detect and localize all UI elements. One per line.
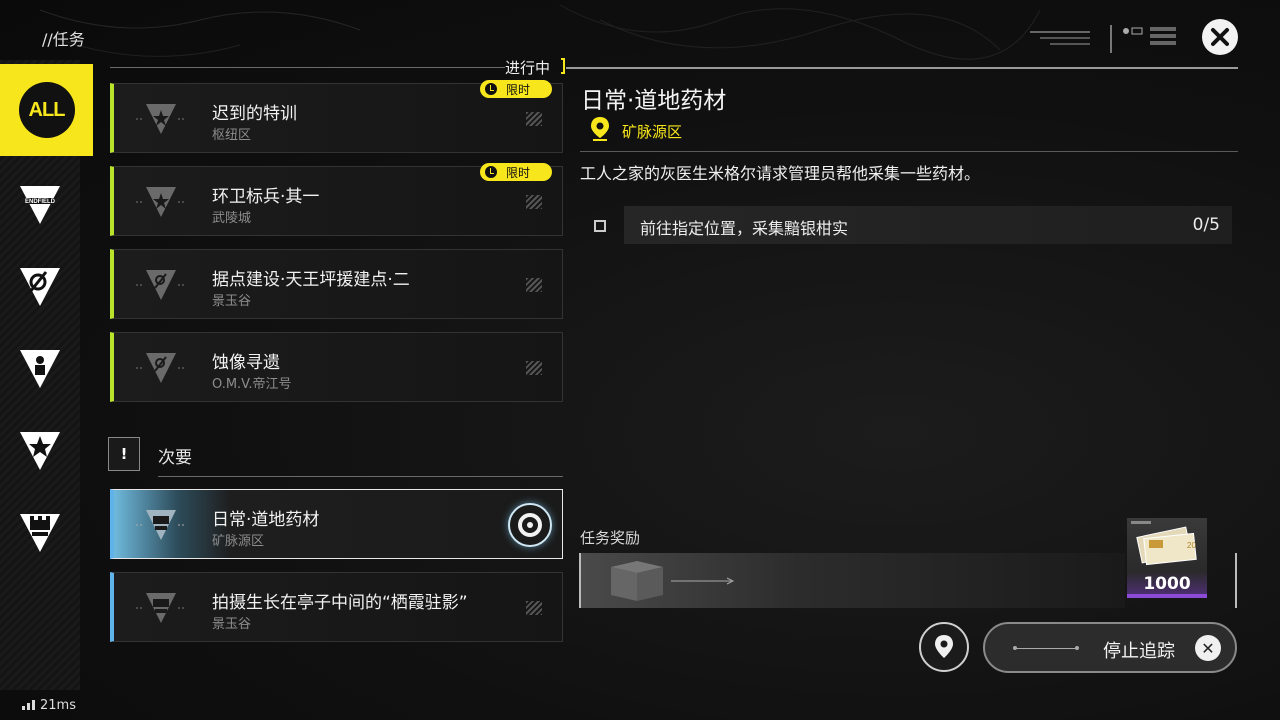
all-icon: ALL [18,82,75,138]
reward-label: 任务奖励 [580,529,641,547]
quest-emblem-icon [136,270,186,300]
quest-region: 矿脉源区 [212,534,265,549]
quest-region: 景玉谷 [212,617,252,632]
quest-card[interactable]: 蚀像寻遗 O.M.V.帝江号 [110,332,563,402]
clock-icon [485,166,497,178]
tracking-target-button[interactable] [508,503,552,547]
sidebar-item-person[interactable] [0,326,80,410]
quest-emblem-icon [136,104,186,134]
close-icon [1211,28,1229,46]
divider [580,151,1238,152]
quest-card[interactable]: 环卫标兵·其一 武陵城 限时 [110,163,563,236]
quest-card-selected[interactable]: 日常·道地药材 矿脉源区 [110,489,563,559]
signal-icon [22,700,35,710]
banknote-icon: 20 [1131,521,1197,566]
hatch-decoration [526,112,542,126]
sidebar-item-comet[interactable] [0,244,80,328]
objective-count: 0/5 [1192,215,1220,235]
hatch-decoration [526,601,542,615]
location-pin-icon [591,117,609,141]
line-decoration [1013,646,1079,650]
svg-text:20: 20 [1187,541,1196,550]
target-icon [518,513,542,537]
hatch-decoration [526,278,542,292]
divider [566,67,1238,69]
quest-title: 据点建设·天王坪援建点·二 [212,270,410,290]
sidebar-item-star[interactable] [0,408,80,492]
crate-icon [611,561,735,601]
star-icon [20,432,60,470]
detail-description: 工人之家的灰医生米格尔请求管理员帮他采集一些药材。 [580,164,981,183]
sidebar-item-endfield[interactable]: ENDFIELD [0,162,80,246]
person-icon [20,350,60,388]
svg-text:ENDFIELD: ENDFIELD [25,199,56,205]
bracket-decoration [561,58,565,74]
checkbox-icon [594,220,606,232]
hatch-decoration [526,361,542,375]
quest-region: 枢纽区 [212,128,252,143]
limited-badge: 限时 [480,80,552,98]
ping-indicator: 21ms [0,690,80,720]
map-location-button[interactable] [919,622,969,672]
endfield-icon: ENDFIELD [20,186,60,224]
quest-title: 环卫标兵·其一 [212,187,320,207]
quest-title: 迟到的特训 [212,104,297,124]
hud-decoration [1030,25,1176,53]
quest-card[interactable]: 拍摄生长在亭子中间的“栖霞驻影” 景玉谷 [110,572,563,642]
close-button[interactable] [1202,19,1238,55]
quest-title: 日常·道地药材 [212,510,320,530]
reward-bar [579,553,1125,608]
quest-title: 拍摄生长在亭子中间的“栖霞驻影” [212,593,468,613]
detail-title: 日常·道地药材 [581,88,727,114]
detail-location: 矿脉源区 [622,123,683,141]
in-progress-label: 进行中 [505,59,551,77]
divider [110,67,505,68]
objective-text: 前往指定位置，采集黯银柑实 [640,219,849,238]
quest-card[interactable]: 迟到的特训 枢纽区 限时 [110,80,563,153]
map-pin-icon [935,635,953,658]
reward-bar-edge [1235,553,1237,608]
secondary-category-icon: ! [108,437,140,471]
reward-quantity: 1000 [1143,574,1191,594]
sidebar-item-tower[interactable] [0,490,80,574]
stop-tracking-button[interactable]: 停止追踪 ✕ [983,622,1237,673]
clock-icon [485,83,497,95]
ping-value: 21ms [40,697,76,713]
quest-emblem-icon [136,353,186,383]
quest-emblem-icon [136,510,186,540]
hatch-decoration [526,195,542,209]
divider [158,476,563,477]
page-title: //任务 [42,30,85,49]
quest-region: O.M.V.帝江号 [212,377,292,392]
secondary-label: 次要 [158,448,192,468]
sidebar-item-all[interactable]: ALL [0,64,93,156]
tower-icon [20,514,60,552]
quest-emblem-icon [136,187,186,217]
quest-region: 景玉谷 [212,294,252,309]
quest-card[interactable]: 据点建设·天王坪援建点·二 景玉谷 [110,249,563,319]
close-icon: ✕ [1195,635,1221,661]
limited-badge: 限时 [480,163,552,181]
quest-title: 蚀像寻遗 [212,353,280,373]
objective-row: 前往指定位置，采集黯银柑实 0/5 [580,206,1232,244]
quest-region: 武陵城 [212,211,252,226]
comet-icon [20,268,60,306]
stop-tracking-label: 停止追踪 [1103,641,1175,662]
quest-emblem-icon [136,593,186,623]
